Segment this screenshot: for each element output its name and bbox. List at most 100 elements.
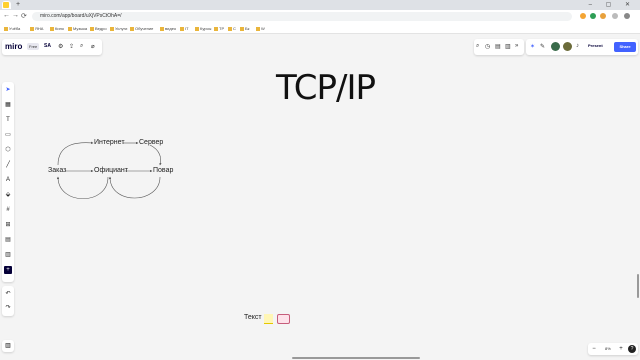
folder-icon [110,26,114,31]
rectangle-shape[interactable] [277,314,290,324]
select-tool-icon[interactable]: ➤ [4,86,12,94]
settings-icon[interactable]: ⚙ [58,43,63,50]
frame-tool-icon[interactable]: # [4,206,12,214]
browser-tab[interactable] [2,1,11,9]
table-icon[interactable]: ▥ [505,43,511,50]
bookmark-item[interactable]: W [256,26,265,31]
bookmark-item[interactable]: Кино [50,26,64,31]
shapes-tool-icon[interactable]: ⬡ [4,146,12,154]
bookmark-item[interactable]: Ведро [90,26,107,31]
miro-logo[interactable]: miro [5,42,22,51]
folder-icon [130,26,134,31]
search-icon[interactable]: ⌕ [80,43,83,50]
export-icon[interactable]: ⇪ [69,43,74,50]
extension-icon[interactable] [580,13,586,19]
bookmark-item[interactable]: Учёба [4,26,20,31]
address-bar: ← → ⟳ miro.com/app/board/uXjVPsCtOhA=/ [0,10,640,24]
diagram-node-server[interactable]: Сервер [139,139,163,146]
undo-redo-bar: ↶ ↷ [2,286,14,316]
plan-badge[interactable]: Free [27,43,40,50]
folder-icon [214,26,218,31]
sticky-note[interactable] [264,314,273,324]
miro-favicon-icon [3,2,9,8]
folder-icon [68,26,72,31]
avatar[interactable] [563,42,572,51]
diagram-node-cook[interactable]: Повар [153,167,173,174]
zoom-controls: − 8% + ? [588,343,638,355]
board-title[interactable]: TCP/IP [276,68,376,108]
folder-icon [160,26,164,31]
collab-icon[interactable]: ⌕ [476,43,479,50]
comment-tool-icon[interactable]: ⬙ [4,191,12,199]
more-tools-icon[interactable]: + [4,266,12,274]
extension-icon[interactable] [590,13,596,19]
bookmark-item[interactable]: С [228,26,236,31]
url-field[interactable]: miro.com/app/board/uXjVPsCtOhA=/ [32,12,572,21]
kanban-tool-icon[interactable]: ▥ [4,251,12,259]
redo-icon[interactable]: ↷ [4,304,12,312]
vertical-scrollbar[interactable] [637,274,639,298]
bookmark-item[interactable]: TP [214,26,224,31]
reactions-icon[interactable]: ✎ [540,43,545,50]
bookmark-item[interactable]: Обучение [130,26,153,31]
more-icon[interactable]: » [515,43,518,49]
folder-icon [228,26,232,31]
bell-icon[interactable]: ♪ [576,43,579,49]
undo-icon[interactable]: ↶ [4,290,12,298]
reload-button[interactable]: ⟳ [21,12,27,20]
diagram-node-order[interactable]: Заказ [48,167,66,174]
share-toolbar: ✶ ✎ ♪ Present Share [526,39,638,55]
window-controls[interactable]: – ▢ ✕ [589,1,636,8]
bookmark-item[interactable]: Курсы [195,26,211,31]
zoom-out-button[interactable]: − [590,345,598,353]
profile-avatar[interactable] [612,13,618,19]
pen-tool-icon[interactable]: A [4,176,12,184]
templates-tool-icon[interactable]: ▦ [4,101,12,109]
table-tool-icon[interactable]: ▤ [4,236,12,244]
diagram-node-internet[interactable]: Интернет [94,139,125,146]
text-element[interactable]: Текст [244,314,262,321]
forward-button[interactable]: → [12,12,19,19]
panel-icon[interactable]: ▥ [2,340,14,352]
zoom-in-button[interactable]: + [617,345,625,353]
folder-icon [180,26,184,31]
diagram-node-waiter[interactable]: Официант [94,167,128,174]
text-tool-icon[interactable]: T [4,116,12,124]
bookmark-item[interactable]: видео [160,26,176,31]
board-name[interactable]: SA [44,43,51,49]
creation-toolbar: ➤ ▦ T ▭ ⬡ ╱ A ⬙ # ⊞ ▤ ▥ + [2,82,14,282]
extension-icon[interactable] [600,13,606,19]
help-button[interactable]: ? [628,345,636,353]
browser-tab-strip: + – ▢ ✕ [0,0,640,10]
connection-line-tool-icon[interactable]: ╱ [4,161,12,169]
present-button[interactable]: Present [588,43,603,48]
horizontal-scrollbar[interactable] [292,357,420,359]
bookmark-item[interactable]: ЯНА [30,26,43,31]
bookmark-item[interactable]: Музыка [68,26,87,31]
collaboration-toolbar: ⌕ ◷ ▤ ▥ » [474,39,524,55]
folder-icon [90,26,94,31]
upload-tool-icon[interactable]: ⊞ [4,221,12,229]
new-tab-button[interactable]: + [16,1,20,8]
folder-icon [50,26,54,31]
board-header: miro Free SA ⚙ ⇪ ⌕ ⌀ [2,39,102,55]
back-button[interactable]: ← [3,12,10,19]
bookmark-item[interactable]: Бк [240,26,249,31]
sticky-note-tool-icon[interactable]: ▭ [4,131,12,139]
cursor-icon[interactable]: ✶ [530,43,535,50]
zoom-level[interactable]: 8% [605,346,611,351]
folder-icon [240,26,244,31]
bookmark-item[interactable]: IT [180,26,189,31]
folder-icon [30,26,34,31]
avatar[interactable] [551,42,560,51]
timer-icon[interactable]: ◷ [485,43,490,50]
folder-icon [195,26,199,31]
url-text: miro.com/app/board/uXjVPsCtOhA=/ [40,13,122,19]
board-canvas[interactable]: miro Free SA ⚙ ⇪ ⌕ ⌀ ⌕ ◷ ▤ ▥ » ✶ ✎ ♪ Pre… [0,34,640,360]
share-button[interactable]: Share [614,42,636,52]
folder-icon [256,26,260,31]
bookmark-item[interactable]: Услуги [110,26,127,31]
shapes-icon[interactable]: ⌀ [91,43,95,50]
notes-icon[interactable]: ▤ [495,43,501,50]
menu-icon[interactable] [624,13,630,19]
